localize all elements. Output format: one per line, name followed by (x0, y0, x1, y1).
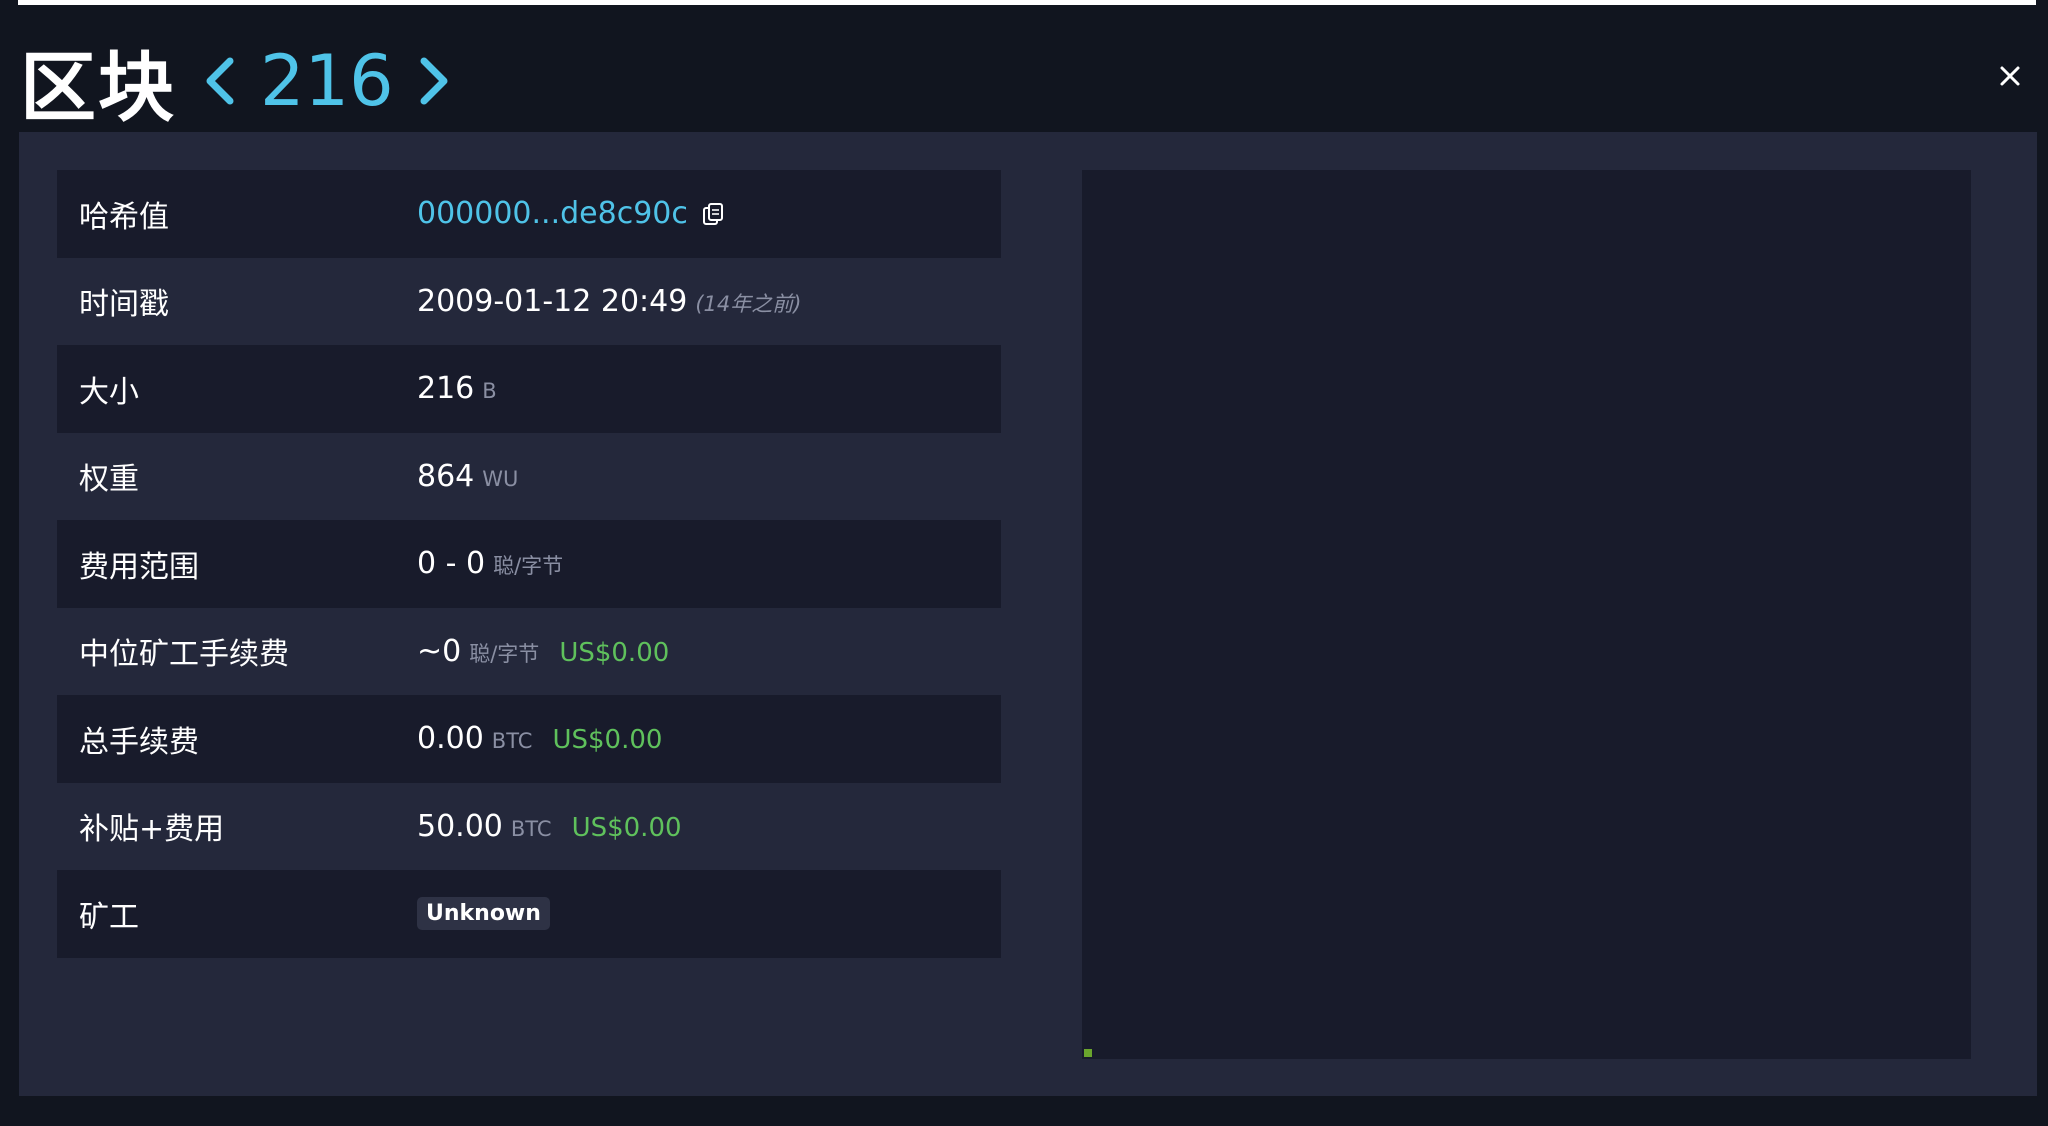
total-fees-value: 0.00 (417, 721, 484, 757)
fee-span-value: 0 - 0 (417, 546, 486, 582)
transaction-square[interactable] (1084, 1049, 1092, 1057)
page-title: 区块 (20, 43, 176, 132)
timestamp-value: 2009-01-12 20:49 (417, 283, 688, 319)
miner-label: 矿工 (79, 899, 139, 935)
miner-badge[interactable]: Unknown (417, 897, 550, 931)
subsidy-fees-unit: BTC (510, 816, 552, 841)
copy-icon[interactable] (702, 200, 724, 226)
fee-span-label: 费用范围 (79, 549, 199, 585)
row-subsidy-fees: 补贴+费用 50.00 BTC US$0.00 (57, 783, 1001, 871)
fee-span-unit: 聪/字节 (493, 554, 564, 579)
chevron-left-icon[interactable] (200, 41, 240, 121)
total-fees-fiat: US$0.00 (552, 725, 663, 756)
hash-label: 哈希值 (79, 199, 169, 235)
median-fee-value: ~0 (417, 633, 462, 669)
row-median-fee: 中位矿工手续费 ~0 聪/字节 US$0.00 (57, 608, 1001, 696)
size-label: 大小 (79, 374, 139, 410)
total-fees-label: 总手续费 (79, 724, 199, 760)
median-fee-unit: 聪/字节 (469, 641, 540, 666)
subsidy-fees-value: 50.00 (417, 808, 503, 844)
row-total-fees: 总手续费 0.00 BTC US$0.00 (57, 695, 1001, 783)
close-icon[interactable] (1992, 58, 2028, 94)
row-timestamp: 时间戳 2009-01-12 20:49 (14年之前) (57, 258, 1001, 346)
row-size: 大小 216 B (57, 345, 1001, 433)
median-fee-label: 中位矿工手续费 (79, 637, 289, 673)
timestamp-label: 时间戳 (79, 287, 169, 323)
block-navigation: 216 (200, 40, 454, 122)
weight-label: 权重 (79, 462, 139, 498)
chevron-right-icon[interactable] (414, 41, 454, 121)
block-header: 区块 216 (20, 36, 454, 132)
row-hash: 哈希值 000000...de8c90c (57, 170, 1001, 258)
size-unit: B (482, 379, 497, 404)
block-height: 216 (260, 40, 394, 122)
block-transactions-visualization[interactable] (1082, 170, 1971, 1059)
row-weight: 权重 864 WU (57, 433, 1001, 521)
total-fees-unit: BTC (491, 729, 533, 754)
weight-unit: WU (482, 466, 519, 491)
row-fee-span: 费用范围 0 - 0 聪/字节 (57, 520, 1001, 608)
row-miner: 矿工 Unknown (57, 870, 1001, 958)
top-divider (18, 0, 2036, 5)
median-fee-fiat: US$0.00 (559, 637, 670, 668)
block-details-table: 哈希值 000000...de8c90c 时间戳 2009-01-12 20:4… (57, 170, 1001, 958)
timestamp-relative: (14年之前) (695, 291, 802, 316)
subsidy-fees-fiat: US$0.00 (571, 812, 682, 843)
hash-link[interactable]: 000000...de8c90c (417, 196, 688, 231)
weight-value: 864 (417, 458, 475, 494)
size-value: 216 (417, 371, 475, 407)
subsidy-fees-label: 补贴+费用 (79, 812, 225, 848)
block-details-panel: 哈希值 000000...de8c90c 时间戳 2009-01-12 20:4… (19, 132, 2037, 1096)
